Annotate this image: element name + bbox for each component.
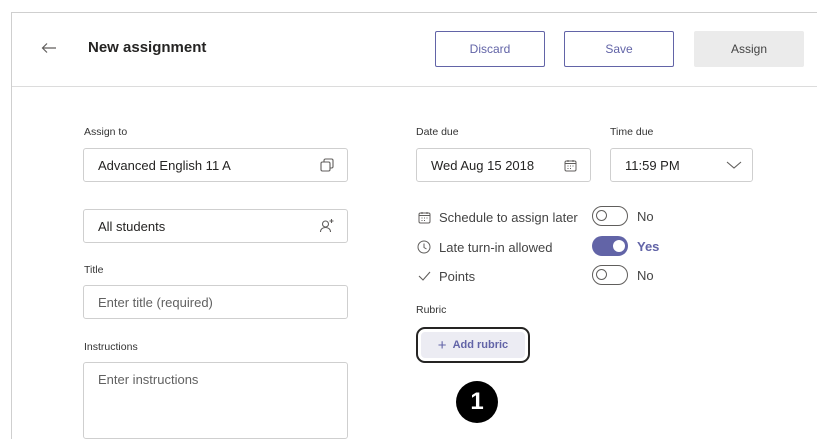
schedule-option: Schedule to assign later	[416, 206, 578, 228]
open-window-icon[interactable]	[319, 157, 335, 173]
header-divider	[12, 86, 817, 87]
time-due-label: Time due	[610, 126, 654, 138]
add-rubric-label: Add rubric	[452, 339, 509, 351]
time-due-value: 11:59 PM	[625, 157, 680, 173]
date-due-label: Date due	[416, 126, 459, 138]
late-turn-in-option: Late turn-in allowed	[416, 236, 552, 258]
date-due-field[interactable]: Wed Aug 15 2018	[416, 148, 591, 182]
assign-to-label: Assign to	[84, 126, 128, 138]
back-arrow-icon[interactable]	[40, 38, 58, 58]
points-state: No	[637, 268, 654, 283]
points-option: Points	[416, 265, 475, 287]
instructions-placeholder: Enter instructions	[98, 372, 199, 387]
window-left-border	[11, 12, 12, 439]
calendar-icon[interactable]	[562, 157, 578, 173]
title-label: Title	[84, 264, 104, 276]
instructions-input[interactable]: Enter instructions	[83, 362, 348, 439]
schedule-state: No	[637, 209, 654, 224]
callout-number-badge: 1	[456, 381, 498, 423]
toggle-knob	[596, 269, 607, 280]
rubric-label: Rubric	[416, 304, 447, 316]
toggle-knob	[596, 210, 607, 221]
plus-icon: +	[437, 336, 447, 354]
students-value: All students	[98, 218, 166, 234]
schedule-toggle[interactable]	[592, 206, 628, 226]
title-placeholder: Enter title (required)	[98, 294, 213, 310]
window-top-border	[11, 12, 817, 13]
add-rubric-highlight: + Add rubric	[416, 327, 530, 363]
assign-to-field[interactable]: Advanced English 11 A	[83, 148, 348, 182]
late-turn-in-label: Late turn-in allowed	[439, 239, 553, 255]
title-input[interactable]: Enter title (required)	[83, 285, 348, 319]
late-turn-in-state: Yes	[637, 239, 660, 254]
discard-button[interactable]: Discard	[435, 31, 545, 67]
date-due-value: Wed Aug 15 2018	[431, 157, 535, 173]
toggle-knob	[613, 240, 625, 252]
points-label: Points	[439, 268, 476, 284]
add-rubric-button[interactable]: + Add rubric	[421, 332, 525, 358]
check-icon	[416, 268, 432, 284]
late-turn-in-toggle[interactable]	[592, 236, 628, 256]
add-person-icon[interactable]	[319, 218, 335, 234]
instructions-label: Instructions	[84, 341, 138, 353]
schedule-label: Schedule to assign later	[439, 209, 578, 225]
chevron-down-icon[interactable]	[726, 157, 742, 173]
assign-to-value: Advanced English 11 A	[98, 157, 231, 173]
time-due-select[interactable]: 11:59 PM	[610, 148, 753, 182]
page-title: New assignment	[88, 39, 207, 56]
students-field[interactable]: All students	[83, 209, 348, 243]
points-toggle[interactable]	[592, 265, 628, 285]
calendar-icon	[416, 209, 432, 225]
clock-icon	[416, 239, 432, 255]
save-button[interactable]: Save	[564, 31, 674, 67]
assign-button[interactable]: Assign	[694, 31, 804, 67]
